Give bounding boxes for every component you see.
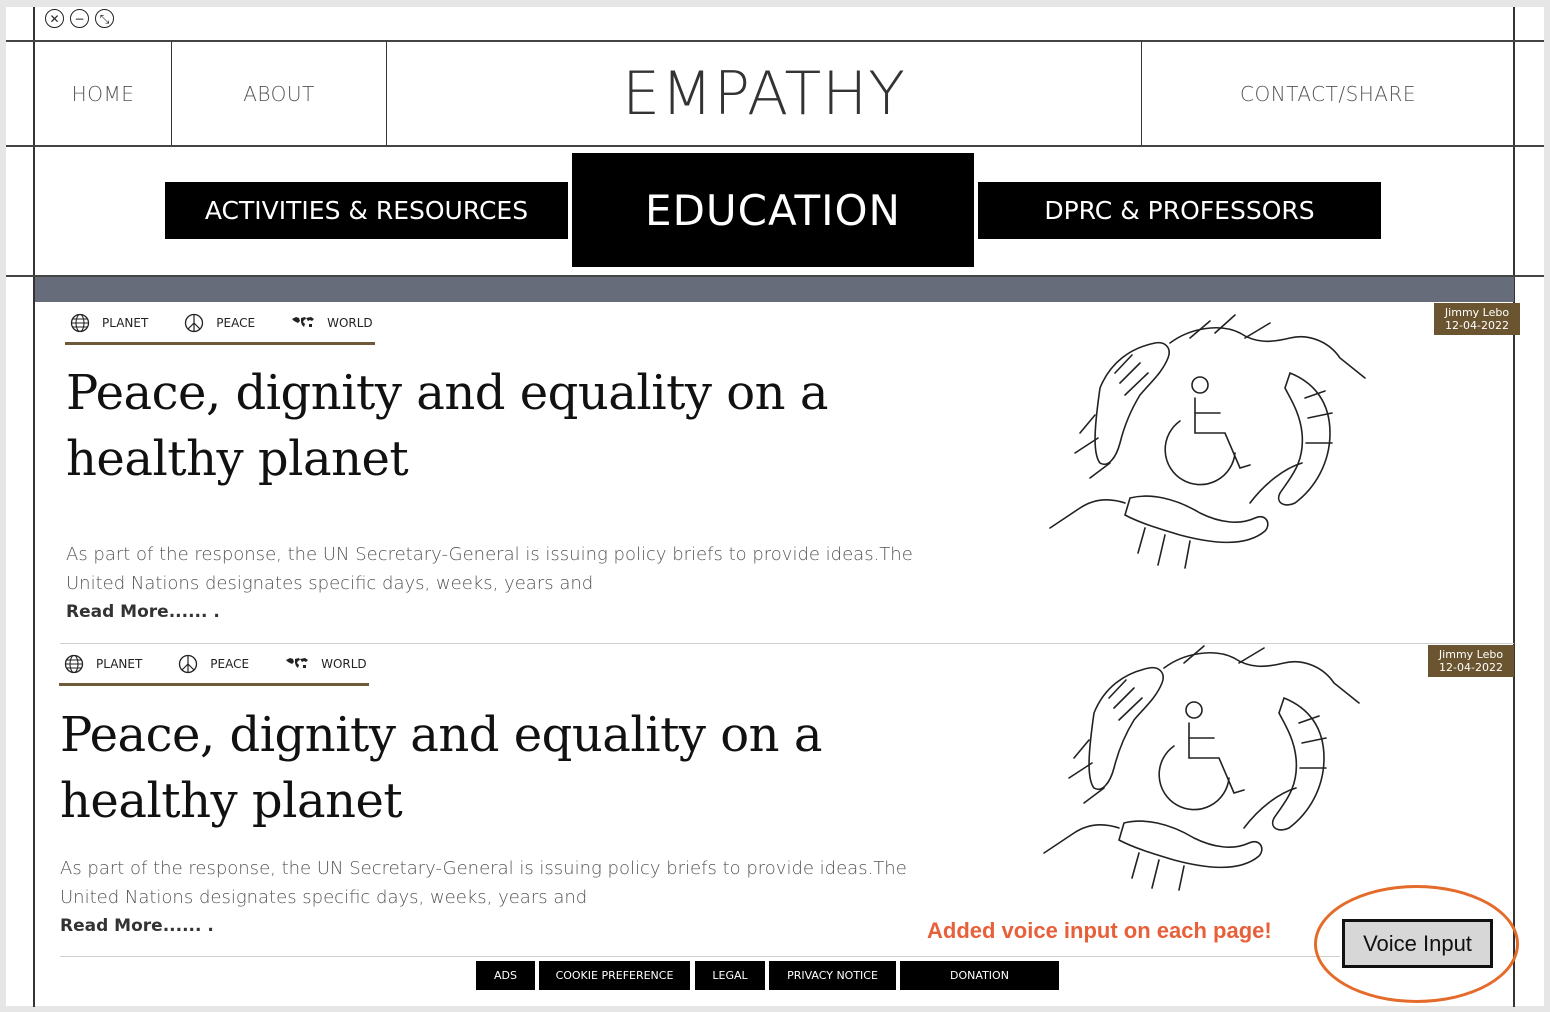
world-map-icon [285, 657, 309, 671]
tag-world[interactable]: WORLD [291, 316, 373, 330]
tag-label: WORLD [321, 657, 367, 671]
author-name: Jimmy Lebo [1444, 306, 1510, 319]
nav-divider-2 [386, 42, 387, 145]
footer-donation-link[interactable]: DONATION [900, 961, 1059, 990]
tag-label: PEACE [210, 657, 250, 671]
tag-peace[interactable]: PEACE [184, 313, 255, 333]
window-controls: ✕ − ⤡ [45, 9, 114, 28]
article-excerpt: As part of the response, the UN Secretar… [66, 540, 913, 598]
article-excerpt-line: As part of the response, the UN Secretar… [66, 544, 913, 565]
tag-label: WORLD [327, 316, 373, 330]
article-title-line: healthy planet [66, 431, 409, 487]
article-excerpt-line: As part of the response, the UN Secretar… [60, 858, 907, 879]
tags-underline [59, 683, 369, 686]
voice-input-button[interactable]: Voice Input [1342, 919, 1493, 968]
page: ✕ − ⤡ HOME ABOUT EMPATHY CONTACT/SHARE A… [0, 0, 1550, 1012]
section-banner [35, 277, 1514, 302]
article-date: 12-04-2022 [1439, 661, 1503, 674]
tag-planet[interactable]: PLANET [64, 654, 142, 674]
nav-contact-link[interactable]: CONTACT/SHARE [1143, 42, 1513, 145]
article-date: 12-04-2022 [1445, 319, 1509, 332]
article-title-line: healthy planet [60, 773, 403, 829]
tag-planet[interactable]: PLANET [70, 313, 148, 333]
hands-wheelchair-illustration [1049, 314, 1366, 569]
article-title[interactable]: Peace, dignity and equality on a healthy… [66, 360, 828, 492]
author-badge: Jimmy Lebo 12-04-2022 [1428, 645, 1514, 677]
site-title: EMPATHY [622, 58, 906, 129]
tab-dprc-professors[interactable]: DPRC & PROFESSORS [978, 182, 1381, 239]
footer-cookie-preference-link[interactable]: COOKIE PREFERENCE [539, 961, 690, 990]
article-excerpt-line: United Nations designates specific days,… [66, 573, 594, 594]
hands-wheelchair-illustration [1043, 645, 1360, 891]
article-excerpt-line: United Nations designates specific days,… [60, 887, 588, 908]
frame-right [1544, 0, 1550, 1012]
world-map-icon [291, 316, 315, 330]
article-title[interactable]: Peace, dignity and equality on a healthy… [60, 702, 822, 834]
article-tags: PLANET PEACE WORLD [64, 654, 403, 674]
peace-icon [184, 313, 204, 333]
tag-world[interactable]: WORLD [285, 657, 367, 671]
restore-icon[interactable]: ⤡ [95, 9, 114, 28]
nav-bottom-line [6, 145, 1544, 147]
article-divider [60, 956, 1340, 957]
tags-underline [65, 342, 375, 345]
frame-left [0, 0, 6, 1012]
article-title-line: Peace, dignity and equality on a [60, 707, 822, 763]
tab-education[interactable]: EDUCATION [572, 153, 974, 267]
author-name: Jimmy Lebo [1438, 648, 1504, 661]
nav-divider-1 [171, 42, 172, 145]
article-excerpt: As part of the response, the UN Secretar… [60, 854, 907, 912]
tab-activities-resources[interactable]: ACTIVITIES & RESOURCES [165, 182, 568, 239]
left-border [33, 7, 35, 1007]
tag-label: PLANET [96, 657, 143, 671]
footer-legal-link[interactable]: LEGAL [695, 961, 765, 990]
nav-about-link[interactable]: ABOUT [173, 42, 385, 145]
tag-peace[interactable]: PEACE [178, 654, 249, 674]
peace-icon [178, 654, 198, 674]
frame-bottom [0, 1006, 1550, 1012]
footer-ads-link[interactable]: ADS [476, 961, 535, 990]
read-more-link[interactable]: Read More...... . [66, 602, 220, 622]
right-border [1513, 7, 1515, 1007]
nav-home-link[interactable]: HOME [35, 42, 171, 145]
read-more-link[interactable]: Read More...... . [60, 916, 214, 936]
nav-divider-3 [1141, 42, 1142, 145]
globe-icon [70, 313, 90, 333]
tag-label: PEACE [216, 316, 256, 330]
article-title-line: Peace, dignity and equality on a [66, 365, 828, 421]
globe-icon [64, 654, 84, 674]
frame-top [0, 0, 1550, 7]
close-icon[interactable]: ✕ [45, 9, 64, 28]
tag-label: PLANET [102, 316, 149, 330]
article-tags: PLANET PEACE WORLD [70, 313, 409, 333]
footer-privacy-notice-link[interactable]: PRIVACY NOTICE [769, 961, 896, 990]
minimize-icon[interactable]: − [70, 9, 89, 28]
voice-input-annotation: Added voice input on each page! [927, 918, 1272, 943]
author-badge: Jimmy Lebo 12-04-2022 [1434, 303, 1520, 335]
